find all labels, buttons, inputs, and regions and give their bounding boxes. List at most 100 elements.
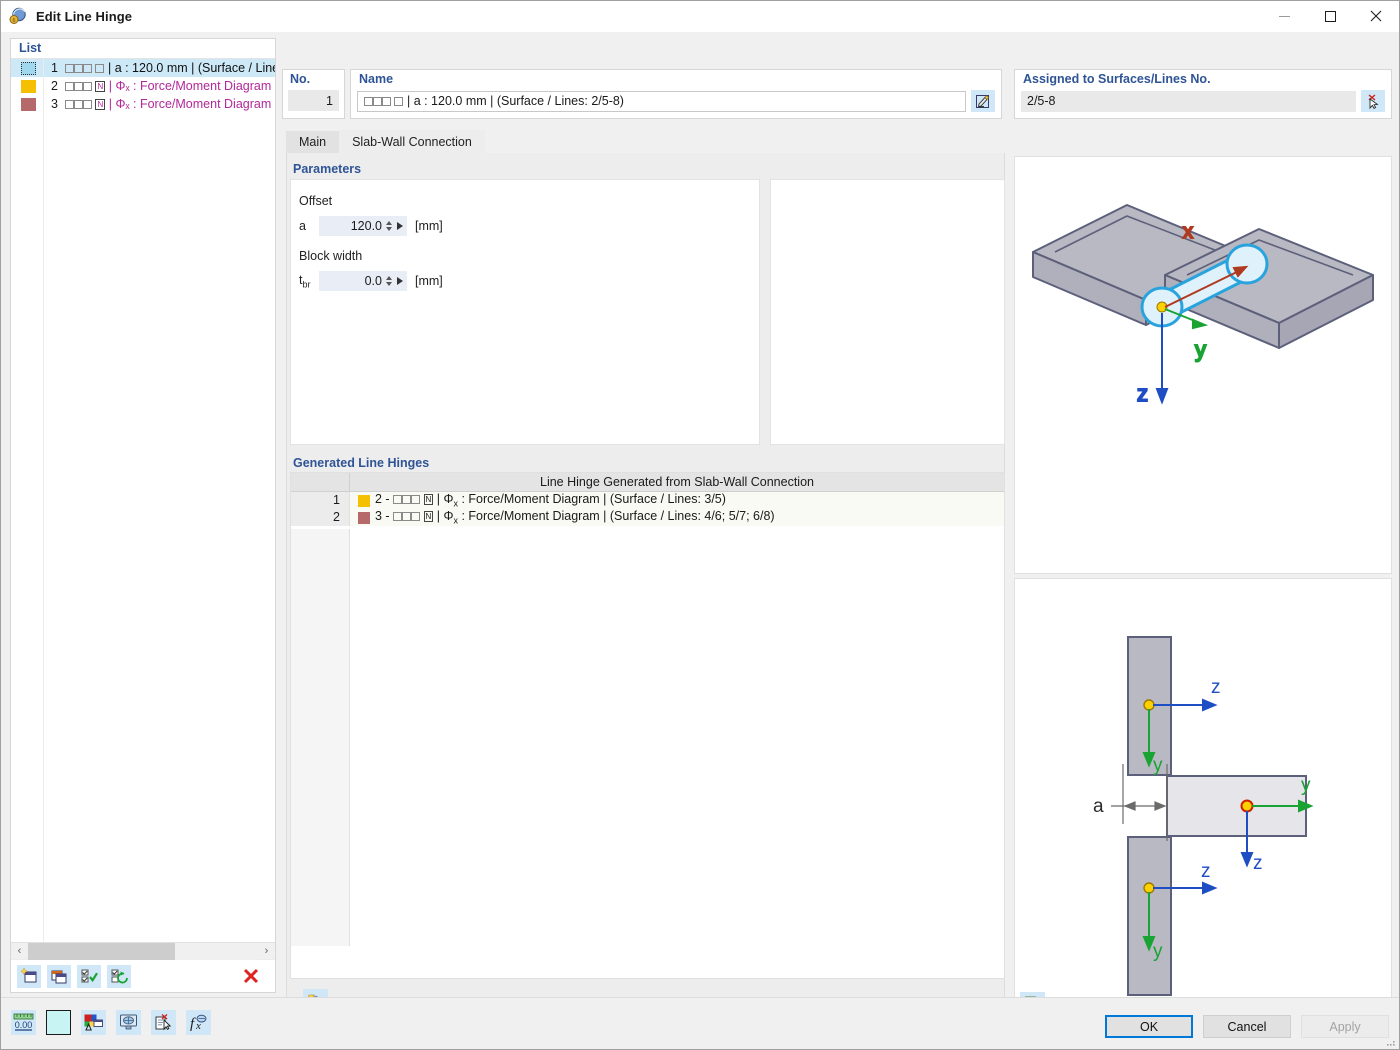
assigned-label: Assigned to Surfaces/Lines No. [1023, 72, 1211, 86]
scroll-track[interactable] [28, 942, 258, 960]
list-item-number: 2 [51, 79, 58, 93]
list-horizontal-scrollbar[interactable]: ‹ › [11, 942, 275, 960]
offset-symbol: a [299, 219, 306, 233]
ok-button[interactable]: OK [1105, 1015, 1193, 1038]
list-item-label: | a : 120.0 mm | (Surface / Lines: 2/ [65, 61, 275, 75]
formula-button[interactable]: f x [186, 1010, 211, 1035]
view-settings-button[interactable] [116, 1010, 141, 1035]
block-width-field-row: tbr 0.0 [mm] [299, 271, 443, 291]
generated-table: Line Hinge Generated from Slab-Wall Conn… [290, 472, 1005, 979]
hinge-3d-panel: x y z [1014, 156, 1392, 574]
offset-group-label: Offset [299, 194, 333, 208]
table-row[interactable]: 1 2 - N | Φx : Force/Moment Diagram | (S… [291, 492, 1004, 509]
minimize-button[interactable] [1261, 1, 1307, 32]
function-icon: f x [190, 1014, 207, 1031]
list-area[interactable]: 1 | a : 120.0 mm | (Surface / Lines: 2/ … [11, 58, 275, 942]
generated-header-label: Line Hinge Generated from Slab-Wall Conn… [540, 474, 814, 489]
list-item-label: N | Φₓ : Force/Moment Diagram | (Su [65, 79, 275, 93]
stepper-up-icon[interactable] [386, 221, 392, 225]
pick-surfaces-lines-button[interactable] [1361, 90, 1385, 112]
toggle-selection-icon [111, 969, 128, 984]
svg-text:0.00: 0.00 [15, 1020, 33, 1030]
list-item-color-swatch [21, 61, 36, 75]
edit-name-button[interactable] [971, 90, 995, 112]
name-input-value: | a : 120.0 mm | (Surface / Lines: 2/5-8… [406, 94, 624, 108]
offset-unit: [mm] [415, 219, 443, 233]
assigned-row: 2/5-8 [1021, 90, 1385, 112]
block-width-stepper[interactable] [386, 276, 392, 286]
offset-expand-icon[interactable] [397, 222, 403, 230]
pick-cursor-icon [1368, 93, 1379, 109]
offset-field-row: a 120.0 [mm] [299, 216, 443, 236]
color-swatch-button[interactable] [46, 1010, 71, 1035]
svg-text:6: 6 [12, 18, 15, 24]
tab-slab-wall-connection[interactable]: Slab-Wall Connection [339, 130, 485, 153]
offset-value: 120.0 [350, 219, 382, 233]
display-properties-button[interactable] [81, 1010, 106, 1035]
refresh-selection-button[interactable] [107, 964, 131, 988]
list-item[interactable]: 1 | a : 120.0 mm | (Surface / Lines: 2/ [11, 59, 275, 77]
axis-x-label: x [1183, 221, 1193, 243]
row-color-swatch [358, 494, 370, 507]
stepper-down-icon[interactable] [386, 282, 392, 286]
tab-main[interactable]: Main [286, 131, 340, 153]
resize-grip-icon[interactable] [1386, 1037, 1396, 1047]
assigned-input[interactable]: 2/5-8 [1021, 90, 1356, 112]
list-header: List [11, 39, 275, 58]
parameters-side-card [770, 179, 1005, 445]
block-width-expand-icon[interactable] [397, 277, 403, 285]
pencil-edit-icon [976, 94, 990, 108]
offset-input[interactable]: 120.0 [319, 216, 407, 236]
number-value[interactable]: 1 [288, 90, 339, 111]
axis-y-label: y [1301, 775, 1311, 796]
list-item[interactable]: 3 N | Φₓ : Force/Moment Diagram | (Su [11, 95, 275, 113]
name-group: Name | a : 120.0 mm | (Surface / Lines: … [350, 69, 1002, 119]
decimal-places-button[interactable]: 0.00 [11, 1010, 36, 1035]
slab-wall-hinge-3d-diagram: x y z [1032, 204, 1374, 407]
new-item-button[interactable] [17, 964, 41, 988]
stepper-up-icon[interactable] [386, 276, 392, 280]
generated-row-gutter [291, 529, 350, 946]
close-icon [1370, 10, 1382, 22]
select-all-button[interactable] [77, 964, 101, 988]
footer-toolbar: 0.00 f x [11, 1010, 211, 1035]
dialog-buttons: OK Cancel Apply [1105, 1015, 1389, 1038]
number-group: No. 1 [282, 69, 345, 119]
list-item[interactable]: 2 N | Φₓ : Force/Moment Diagram | (Su [11, 77, 275, 95]
table-row[interactable]: 2 3 - N | Φx : Force/Moment Diagram | (S… [291, 509, 1004, 526]
generated-header-number [291, 473, 350, 491]
document-cursor-icon [155, 1014, 172, 1031]
offset-stepper[interactable] [386, 221, 392, 231]
scroll-thumb[interactable] [28, 942, 176, 960]
dimension-a-label: a [1093, 796, 1104, 817]
stepper-down-icon[interactable] [386, 227, 392, 231]
maximize-button[interactable] [1307, 1, 1353, 32]
new-window-icon [20, 968, 36, 983]
maximize-icon [1324, 10, 1336, 22]
list-item-number: 1 [51, 61, 58, 75]
generated-section-title: Generated Line Hinges [293, 456, 430, 470]
parameters-section-title: Parameters [293, 162, 362, 176]
axis-z-label: z [1201, 861, 1211, 882]
scroll-left-arrow[interactable]: ‹ [11, 943, 28, 960]
block-width-input[interactable]: 0.0 [319, 271, 407, 291]
assigned-group: Assigned to Surfaces/Lines No. 2/5-8 [1014, 69, 1392, 119]
axis-z-label: z [1253, 853, 1263, 874]
name-label: Name [359, 72, 394, 86]
duplicate-item-button[interactable] [47, 964, 71, 988]
scroll-right-arrow[interactable]: › [258, 943, 275, 960]
name-input[interactable]: | a : 120.0 mm | (Surface / Lines: 2/5-8… [357, 90, 966, 112]
axis-y-label: y [1195, 337, 1206, 362]
comment-button[interactable] [151, 1010, 176, 1035]
delete-item-button[interactable] [239, 965, 263, 988]
tabstrip: Main Slab-Wall Connection [286, 130, 485, 153]
close-button[interactable] [1353, 1, 1399, 32]
row-number: 2 [291, 509, 350, 526]
row-label: 3 - N | Φx : Force/Moment Diagram | (Sur… [350, 509, 775, 526]
list-item-color-swatch [21, 79, 36, 93]
axis-y-label: y [1153, 941, 1163, 962]
cancel-button[interactable]: Cancel [1203, 1015, 1291, 1038]
parameters-card: Offset a 120.0 [mm] Block width tbr 0.0 … [290, 179, 760, 445]
delete-x-icon [243, 968, 259, 984]
slab-wall-section-diagram: a z y y z z y [1093, 636, 1314, 996]
